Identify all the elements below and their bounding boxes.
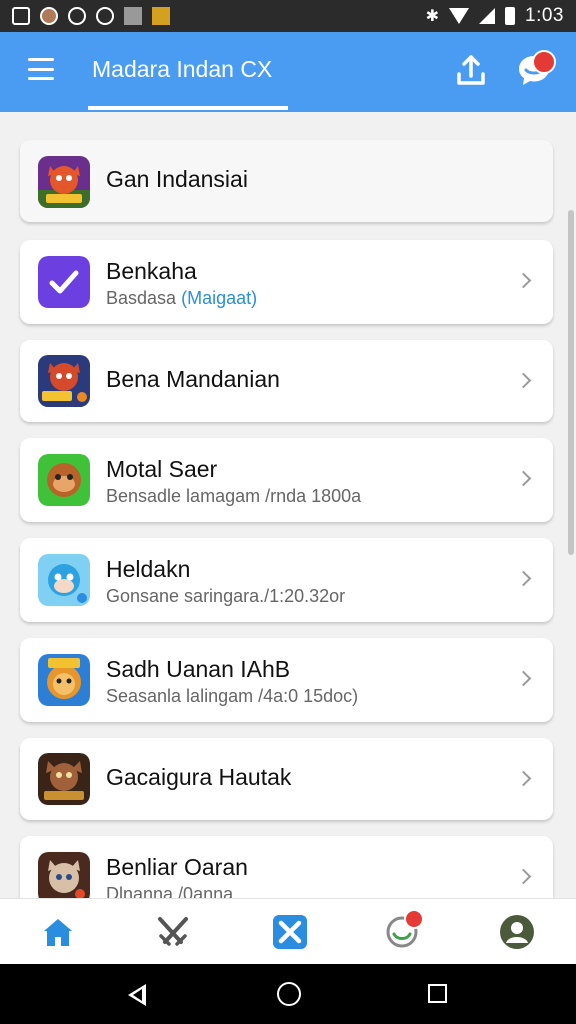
check-circle-icon bbox=[68, 7, 86, 25]
home-icon[interactable] bbox=[40, 914, 76, 950]
item-title: Heldakn bbox=[106, 556, 191, 582]
item-subtitle: Dlnanna /0anna bbox=[106, 884, 234, 898]
back-icon-inner bbox=[133, 989, 142, 1001]
item-title: Benliar Oaran bbox=[106, 854, 248, 880]
item-subtitle-text: Basdasa bbox=[106, 288, 177, 308]
cat-game-icon bbox=[38, 852, 90, 898]
item-title: Sadh Uanan IAhB bbox=[106, 656, 291, 682]
item-title: Bena Mandanian bbox=[106, 366, 280, 392]
upload-icon[interactable] bbox=[456, 54, 486, 86]
nfc-icon: ✱ bbox=[425, 8, 440, 25]
scrollbar[interactable] bbox=[568, 210, 574, 555]
chat-badge bbox=[532, 50, 556, 74]
title-underline bbox=[88, 106, 288, 110]
page-title[interactable]: Madara Indan CX bbox=[92, 56, 272, 83]
list-item[interactable]: Motal Saer Bensadle lamagam /rnda 1800a bbox=[20, 438, 553, 522]
messages-badge bbox=[404, 909, 424, 929]
swords-icon[interactable] bbox=[155, 914, 191, 950]
wifi-icon bbox=[449, 8, 470, 24]
red-panda-game-icon bbox=[38, 355, 90, 407]
warrior-game-icon bbox=[38, 753, 90, 805]
profile-icon[interactable] bbox=[499, 914, 535, 950]
menu-icon[interactable] bbox=[28, 58, 54, 80]
item-subtitle: Basdasa (Maigaat) bbox=[106, 288, 257, 309]
list-item[interactable]: Benliar Oaran Dlnanna /0anna bbox=[20, 836, 553, 898]
recent-apps-icon[interactable] bbox=[428, 984, 447, 1003]
lion-game-icon bbox=[38, 654, 90, 706]
list-item[interactable]: Gacaigura Hautak bbox=[20, 738, 553, 820]
notification-icon bbox=[12, 7, 30, 25]
list-item[interactable]: Heldakn Gonsane saringara./1:20.32or bbox=[20, 538, 553, 622]
list-item[interactable]: Sadh Uanan IAhB Seasanla lalingam /4a:0 … bbox=[20, 638, 553, 722]
system-nav-bar bbox=[0, 964, 576, 1024]
app-notification-icon bbox=[152, 7, 170, 25]
list-item[interactable]: Bena Mandanian bbox=[20, 340, 553, 422]
monkey-game-icon bbox=[38, 454, 90, 506]
battery-icon bbox=[505, 7, 516, 25]
status-time: 1:03 bbox=[525, 5, 564, 26]
app-bar: Madara Indan CX bbox=[0, 32, 576, 112]
item-title: Gacaigura Hautak bbox=[106, 764, 292, 790]
item-title: Benkaha bbox=[106, 258, 197, 284]
chevron-right-icon bbox=[515, 770, 532, 787]
item-subtitle: Seasanla lalingam /4a:0 15doc) bbox=[106, 686, 359, 706]
chevron-right-icon bbox=[515, 868, 532, 885]
chevron-right-icon bbox=[515, 272, 532, 289]
chevron-right-icon bbox=[515, 470, 532, 487]
item-title: Gan Indansiai bbox=[106, 166, 248, 192]
list-item[interactable]: Gan Indansiai bbox=[20, 140, 553, 222]
clock-icon bbox=[96, 7, 114, 25]
avatar-notification-icon bbox=[40, 7, 58, 25]
home-circle-icon[interactable] bbox=[277, 982, 301, 1006]
tools-icon[interactable] bbox=[272, 914, 308, 950]
image-icon bbox=[124, 7, 142, 25]
chevron-right-icon bbox=[515, 670, 532, 687]
item-subtitle: Bensadle lamagam /rnda 1800a bbox=[106, 486, 362, 506]
list-item[interactable]: Benkaha Basdasa (Maigaat) bbox=[20, 240, 553, 324]
fox-game-icon bbox=[38, 156, 90, 208]
bottom-nav bbox=[0, 898, 576, 964]
status-bar: ✱ 1:03 bbox=[0, 0, 576, 32]
signal-icon bbox=[479, 8, 496, 24]
chevron-right-icon bbox=[515, 372, 532, 389]
check-box-icon bbox=[38, 256, 90, 308]
app-list: Gan Indansiai Benkaha Basdasa (Maigaat) … bbox=[0, 112, 576, 898]
chevron-right-icon bbox=[515, 570, 532, 587]
item-title: Motal Saer bbox=[106, 456, 218, 482]
item-subtitle: Gonsane saringara./1:20.32or bbox=[106, 586, 346, 606]
blue-character-icon bbox=[38, 554, 90, 606]
item-subtitle-link[interactable]: (Maigaat) bbox=[181, 288, 257, 308]
